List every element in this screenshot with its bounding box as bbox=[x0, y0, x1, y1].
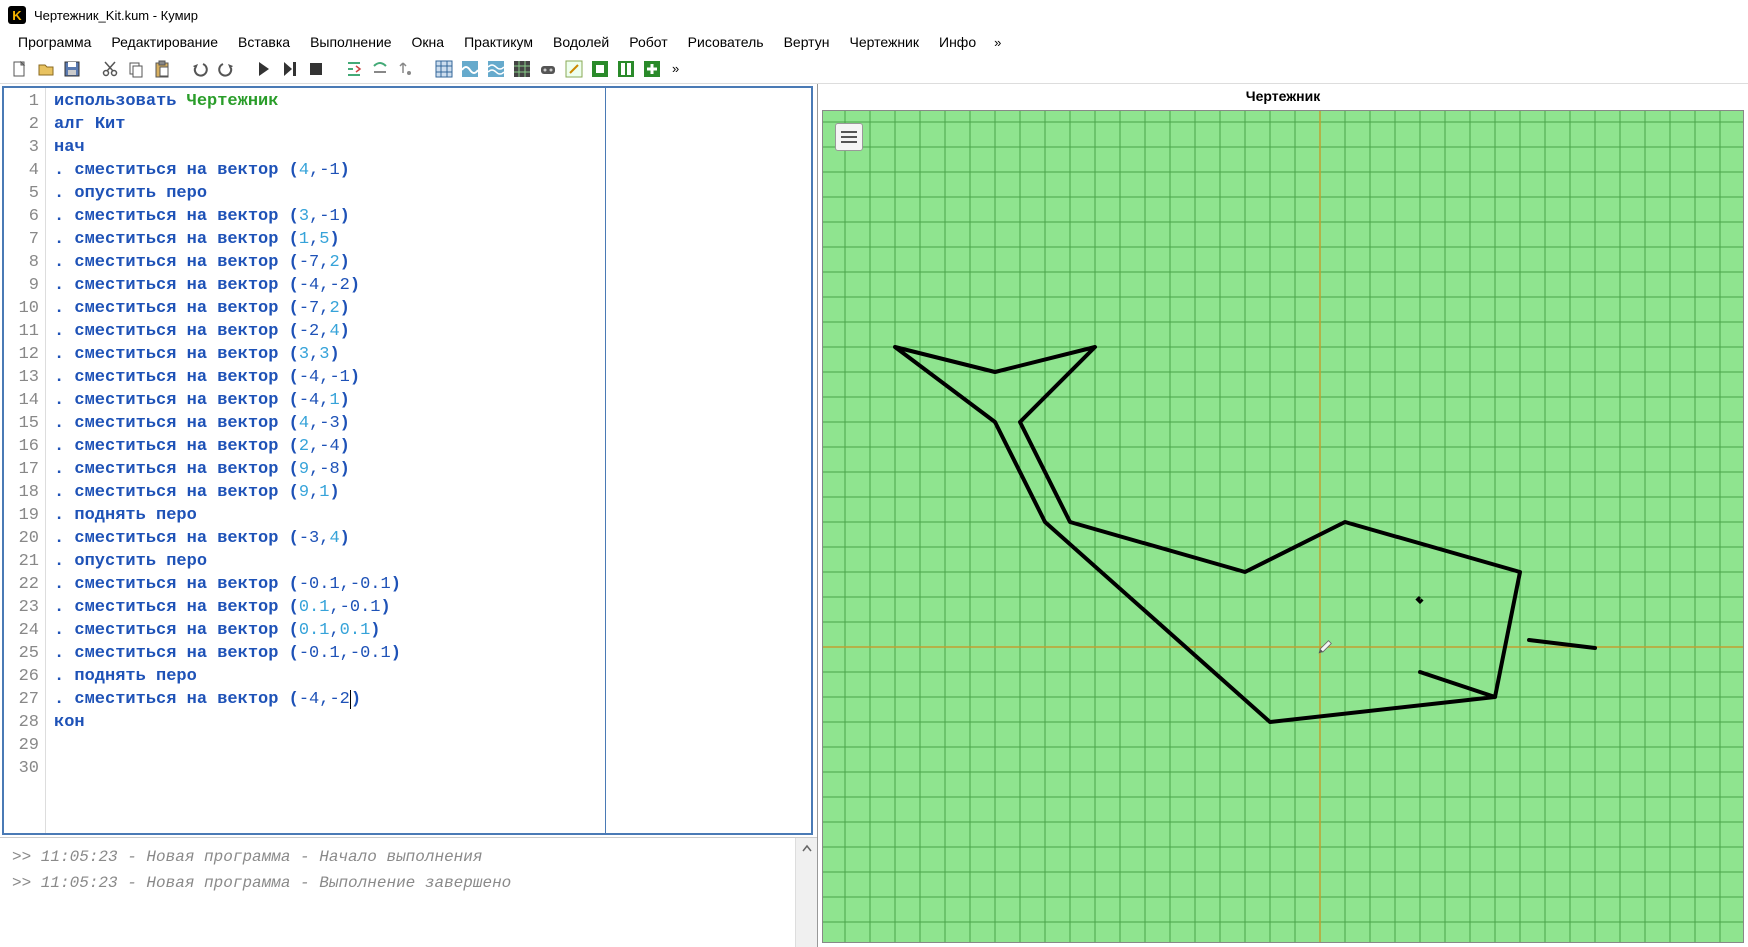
line-number-gutter: 1234567891011121314151617181920212223242… bbox=[4, 88, 46, 833]
code-line[interactable]: . сместиться на вектор (4,-1) bbox=[54, 159, 597, 182]
canvas-svg bbox=[823, 111, 1743, 942]
right-pane: Чертежник bbox=[818, 84, 1748, 947]
new-file-button[interactable] bbox=[8, 57, 32, 81]
run-button[interactable] bbox=[252, 57, 276, 81]
menu-выполнение[interactable]: Выполнение bbox=[300, 32, 401, 52]
undo-button[interactable] bbox=[188, 57, 212, 81]
cut-button[interactable] bbox=[98, 57, 122, 81]
console-panel: >> 11:05:23 - Новая программа - Начало в… bbox=[0, 837, 817, 947]
code-line[interactable]: . сместиться на вектор (0.1,0.1) bbox=[54, 619, 597, 642]
grid-dark-button[interactable] bbox=[510, 57, 534, 81]
code-line[interactable]: . сместиться на вектор (9,1) bbox=[54, 481, 597, 504]
code-line[interactable]: . сместиться на вектор (-7,2) bbox=[54, 297, 597, 320]
box-plus-button[interactable] bbox=[640, 57, 664, 81]
menu-окна[interactable]: Окна bbox=[402, 32, 455, 52]
code-line[interactable]: . поднять перо bbox=[54, 504, 597, 527]
wave-1-button[interactable] bbox=[458, 57, 482, 81]
code-line[interactable] bbox=[54, 734, 597, 757]
console-line: >> 11:05:23 - Новая программа - Выполнен… bbox=[12, 874, 783, 892]
menu-вставка[interactable]: Вставка bbox=[228, 32, 300, 52]
code-line[interactable]: . сместиться на вектор (1,5) bbox=[54, 228, 597, 251]
copy-button[interactable] bbox=[124, 57, 148, 81]
code-line[interactable] bbox=[54, 757, 597, 780]
code-line[interactable]: . сместиться на вектор (-2,4) bbox=[54, 320, 597, 343]
code-line[interactable]: кон bbox=[54, 711, 597, 734]
window-title: Чертежник_Kit.kum - Кумир bbox=[34, 8, 198, 23]
menu-программа[interactable]: Программа bbox=[8, 32, 101, 52]
code-line[interactable]: . сместиться на вектор (-0.1,-0.1) bbox=[54, 642, 597, 665]
code-line[interactable]: . сместиться на вектор (3,-1) bbox=[54, 205, 597, 228]
redo-button[interactable] bbox=[214, 57, 238, 81]
console-output[interactable]: >> 11:05:23 - Новая программа - Начало в… bbox=[0, 838, 795, 947]
canvas-menu-button[interactable] bbox=[835, 123, 863, 151]
code-line[interactable]: . сместиться на вектор (-3,4) bbox=[54, 527, 597, 550]
edit-tool-button[interactable] bbox=[562, 57, 586, 81]
code-line[interactable]: . сместиться на вектор (-4,-1) bbox=[54, 366, 597, 389]
scroll-up-button[interactable] bbox=[796, 838, 817, 860]
code-line[interactable]: . сместиться на вектор (-4,-2) bbox=[54, 274, 597, 297]
grid-blue-button[interactable] bbox=[432, 57, 456, 81]
code-line[interactable]: алг Кит bbox=[54, 113, 597, 136]
menu-bar: ПрограммаРедактированиеВставкаВыполнение… bbox=[0, 30, 1748, 54]
gamepad-button[interactable] bbox=[536, 57, 560, 81]
console-line: >> 11:05:23 - Новая программа - Начало в… bbox=[12, 848, 783, 866]
code-line[interactable]: нач bbox=[54, 136, 597, 159]
wave-2-button[interactable] bbox=[484, 57, 508, 81]
save-file-button[interactable] bbox=[60, 57, 84, 81]
code-editor[interactable]: 1234567891011121314151617181920212223242… bbox=[2, 86, 813, 835]
code-line[interactable]: . сместиться на вектор (0.1,-0.1) bbox=[54, 596, 597, 619]
main-area: 1234567891011121314151617181920212223242… bbox=[0, 84, 1748, 947]
left-pane: 1234567891011121314151617181920212223242… bbox=[0, 84, 818, 947]
code-line[interactable]: . опустить перо bbox=[54, 550, 597, 573]
run-step-button[interactable] bbox=[278, 57, 302, 81]
code-line[interactable]: . сместиться на вектор (9,-8) bbox=[54, 458, 597, 481]
step-into-button[interactable] bbox=[342, 57, 366, 81]
open-file-button[interactable] bbox=[34, 57, 58, 81]
code-line[interactable]: . сместиться на вектор (-4,-2) bbox=[54, 688, 597, 711]
code-line[interactable]: . сместиться на вектор (3,3) bbox=[54, 343, 597, 366]
code-line[interactable]: . поднять перо bbox=[54, 665, 597, 688]
paste-button[interactable] bbox=[150, 57, 174, 81]
menu-рисователь[interactable]: Рисователь bbox=[678, 32, 774, 52]
code-line[interactable]: . сместиться на вектор (4,-3) bbox=[54, 412, 597, 435]
code-line[interactable]: . сместиться на вектор (-0.1,-0.1) bbox=[54, 573, 597, 596]
console-scrollbar[interactable] bbox=[795, 838, 817, 947]
menu-more[interactable]: » bbox=[986, 33, 1009, 52]
toolbar: » bbox=[0, 54, 1748, 84]
code-line[interactable]: использовать Чертежник bbox=[54, 90, 597, 113]
canvas-title: Чертежник bbox=[818, 84, 1748, 108]
menu-практикум[interactable]: Практикум bbox=[454, 32, 543, 52]
stop-button[interactable] bbox=[304, 57, 328, 81]
code-area[interactable]: использовать Чертежникалг Китнач. смести… bbox=[46, 88, 606, 833]
menu-чертежник[interactable]: Чертежник bbox=[839, 32, 929, 52]
toolbar-more[interactable]: » bbox=[666, 57, 685, 81]
step-over-button[interactable] bbox=[368, 57, 392, 81]
code-line[interactable]: . опустить перо bbox=[54, 182, 597, 205]
code-line[interactable]: . сместиться на вектор (-7,2) bbox=[54, 251, 597, 274]
box-green-button[interactable] bbox=[588, 57, 612, 81]
menu-вертун[interactable]: Вертун bbox=[774, 32, 840, 52]
menu-робот[interactable]: Робот bbox=[619, 32, 677, 52]
code-margin bbox=[606, 88, 811, 833]
step-out-button[interactable] bbox=[394, 57, 418, 81]
code-line[interactable]: . сместиться на вектор (2,-4) bbox=[54, 435, 597, 458]
menu-водолей[interactable]: Водолей bbox=[543, 32, 619, 52]
box-col-button[interactable] bbox=[614, 57, 638, 81]
drawing-canvas[interactable] bbox=[822, 110, 1744, 943]
app-icon: K bbox=[8, 6, 26, 24]
menu-инфо[interactable]: Инфо bbox=[929, 32, 986, 52]
code-line[interactable]: . сместиться на вектор (-4,1) bbox=[54, 389, 597, 412]
menu-редактирование[interactable]: Редактирование bbox=[101, 32, 228, 52]
title-bar: K Чертежник_Kit.kum - Кумир bbox=[0, 0, 1748, 30]
